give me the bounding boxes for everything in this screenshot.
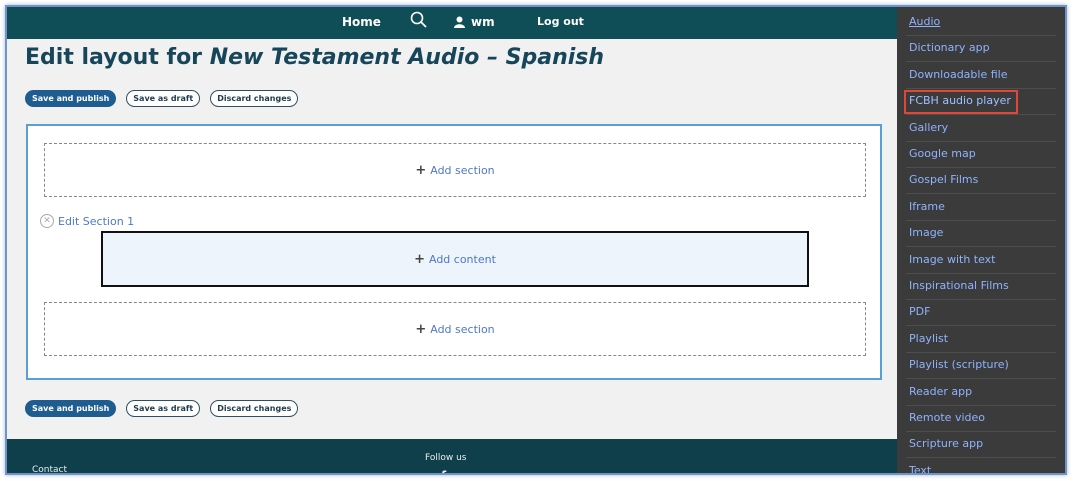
add-content-label: Add content <box>428 252 496 266</box>
layout-canvas: + Add section ✕ Edit Section 1 + Add con… <box>26 124 882 380</box>
sidebar-item-iframe[interactable]: Iframe <box>906 195 1056 221</box>
sidebar-item-image-with-text[interactable]: Image with text <box>906 248 1056 274</box>
add-section-bottom[interactable]: + Add section <box>44 302 866 356</box>
sidebar-item-image[interactable]: Image <box>906 221 1056 248</box>
facebook-icon[interactable]: f <box>441 469 446 473</box>
add-content-block[interactable]: + Add content <box>101 231 809 287</box>
discard-changes-button[interactable]: Discard changes <box>210 400 299 417</box>
plus-icon: + <box>415 321 427 337</box>
page-title-prefix: Edit layout for <box>25 45 210 70</box>
sidebar-item-fcbh-audio-player[interactable]: FCBH audio player <box>906 89 1056 116</box>
sidebar-item-scripture-app[interactable]: Scripture app <box>906 432 1056 459</box>
top-navigation: Home wm Log out <box>7 7 897 39</box>
nav-home-link[interactable]: Home <box>342 15 381 29</box>
plus-icon: + <box>414 251 425 267</box>
block-type-sidebar: Audio Dictionary app Downloadable file FCBH… <box>897 7 1065 473</box>
remove-section-icon[interactable]: ✕ <box>40 214 54 228</box>
follow-us-label: Follow us <box>425 453 467 463</box>
user-menu[interactable]: wm <box>454 15 495 29</box>
sidebar-item-remote-video[interactable]: Remote video <box>906 406 1056 432</box>
sidebar-item-playlist-scripture[interactable]: Playlist (scripture) <box>906 353 1056 380</box>
add-section-label: Add section <box>430 163 495 177</box>
edit-section-label: Edit Section 1 <box>58 214 135 228</box>
sidebar-item-text[interactable]: Text <box>906 459 1056 473</box>
sidebar-item-google-map[interactable]: Google map <box>906 142 1056 168</box>
plus-icon: + <box>415 162 427 178</box>
search-icon[interactable] <box>410 11 428 32</box>
sidebar-item-inspirational-films[interactable]: Inspirational Films <box>906 274 1056 300</box>
action-bar-bottom: Save and publish Save as draft Discard c… <box>25 400 299 417</box>
sidebar-item-dictionary-app[interactable]: Dictionary app <box>906 36 1056 63</box>
site-footer: Follow us Contact f <box>7 439 897 473</box>
save-as-draft-button[interactable]: Save as draft <box>126 400 201 417</box>
username-label: wm <box>471 15 495 29</box>
sidebar-item-reader-app[interactable]: Reader app <box>906 380 1056 406</box>
user-icon <box>454 16 465 28</box>
discard-changes-button[interactable]: Discard changes <box>210 90 299 107</box>
action-bar-top: Save and publish Save as draft Discard c… <box>25 90 299 107</box>
contact-link[interactable]: Contact <box>32 465 67 473</box>
sidebar-item-gallery[interactable]: Gallery <box>906 116 1056 142</box>
save-as-draft-button[interactable]: Save as draft <box>126 90 201 107</box>
sidebar-item-audio[interactable]: Audio <box>906 10 1056 36</box>
sidebar-item-pdf[interactable]: PDF <box>906 300 1056 327</box>
add-section-top[interactable]: + Add section <box>44 143 866 197</box>
page-title-node: New Testament Audio – Spanish <box>209 45 605 70</box>
save-and-publish-button[interactable]: Save and publish <box>25 400 117 417</box>
edit-section-link[interactable]: ✕ Edit Section 1 <box>40 214 134 228</box>
page-title: Edit layout for New Testament Audio – Sp… <box>25 45 604 70</box>
add-section-label: Add section <box>430 322 495 336</box>
sidebar-item-gospel-films[interactable]: Gospel Films <box>906 168 1056 195</box>
logout-link[interactable]: Log out <box>537 15 584 28</box>
save-and-publish-button[interactable]: Save and publish <box>25 90 117 107</box>
sidebar-item-playlist[interactable]: Playlist <box>906 327 1056 353</box>
app-window: Home wm Log out Edit layout for New Test… <box>5 5 1067 475</box>
sidebar-item-downloadable-file[interactable]: Downloadable file <box>906 63 1056 89</box>
